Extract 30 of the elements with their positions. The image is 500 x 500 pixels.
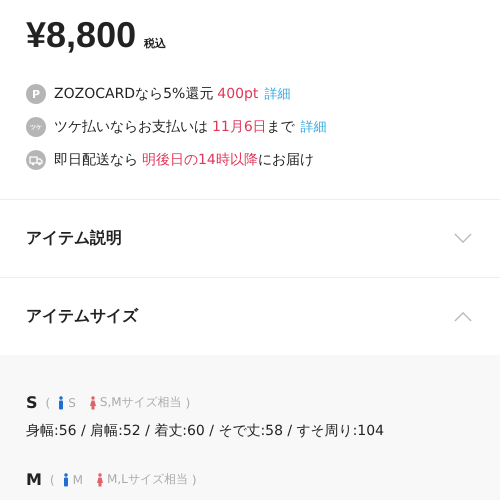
womens-size: S,Mサイズ相当 — [100, 394, 182, 411]
highlight-text: 11月6日 — [212, 118, 267, 136]
perk-text: にお届け — [258, 151, 314, 169]
woman-icon — [96, 472, 103, 486]
point-icon: P — [26, 84, 46, 104]
highlight-text: 400pt — [217, 86, 258, 102]
perk-text: まで — [266, 118, 295, 136]
man-icon — [58, 396, 64, 410]
truck-icon — [26, 150, 46, 170]
mens-size: S — [68, 396, 76, 410]
tax-note: 税込 — [144, 36, 166, 51]
accordion-header[interactable]: アイテム説明 — [0, 199, 500, 277]
size-label: M — [26, 470, 42, 489]
paren: ( — [50, 472, 55, 486]
man-icon — [62, 472, 69, 486]
chevron-up-icon — [454, 311, 472, 322]
perk-text: 即日配送なら — [54, 151, 138, 169]
paren: ) — [192, 472, 197, 486]
price: ¥8,800 — [26, 14, 136, 56]
mens-size: M — [72, 472, 83, 486]
woman-icon — [90, 396, 96, 410]
highlight-text: 明後日の14時以降 — [142, 151, 258, 169]
size-label: S — [26, 393, 38, 412]
perk-text: ツケ払いならお支払いは — [54, 118, 208, 136]
chevron-down-icon — [454, 233, 472, 244]
perk-text: ZOZOCARDなら5%還元 — [54, 85, 214, 103]
womens-size: M,Lサイズ相当 — [106, 471, 188, 488]
measurements: 身幅:56 / 肩幅:52 / 着丈:60 / そで丈:58 / すそ周り:104 — [26, 422, 386, 440]
paren: ( — [46, 396, 50, 410]
paren: ) — [186, 396, 190, 410]
